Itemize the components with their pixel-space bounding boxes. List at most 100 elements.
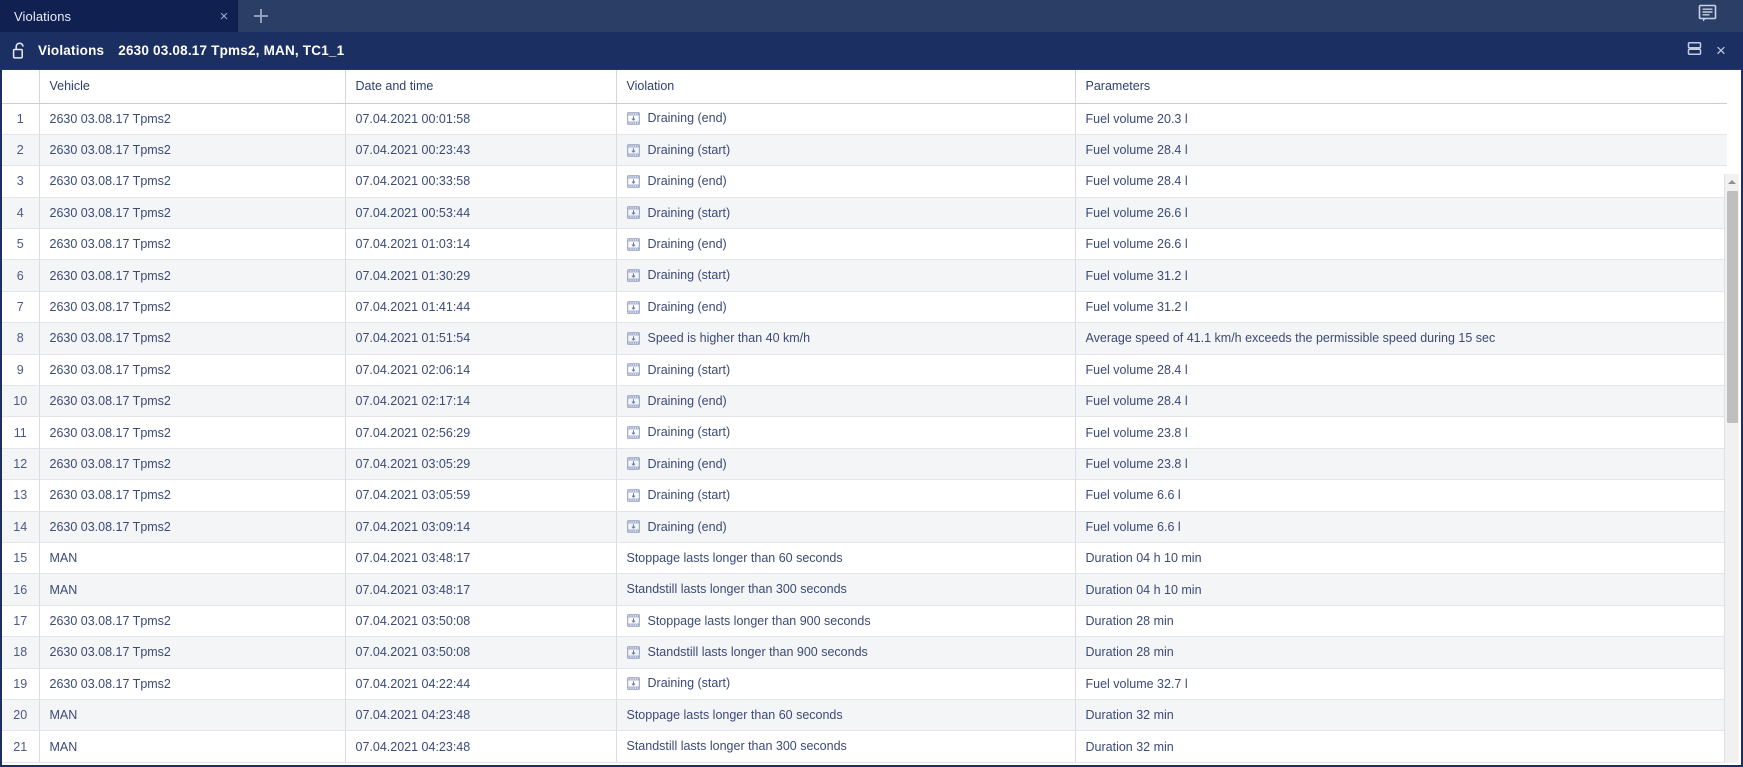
cell-index: 8 (2, 322, 40, 355)
column-header-parameters[interactable]: Parameters (1075, 70, 1727, 104)
tab-strip-edge (1729, 0, 1743, 32)
table-row[interactable]: 1 2630 03.08.17 Tpms2 07.04.2021 00:01:58 D… (2, 103, 1727, 135)
cell-datetime: 07.04.2021 03:50:08 (345, 605, 617, 638)
add-tab-button[interactable] (238, 0, 284, 32)
cell-violation: Speed is higher than 40 km/h (616, 322, 1076, 355)
table-row[interactable]: 9 2630 03.08.17 Tpms2 07.04.2021 02:06:14 D… (2, 354, 1727, 387)
violation-label: Draining (end) (647, 456, 727, 471)
cell-datetime: 07.04.2021 01:30:29 (345, 259, 617, 292)
column-header-index[interactable] (2, 70, 40, 104)
violation-label: Draining (start) (647, 488, 731, 503)
violation-marker-icon (626, 489, 640, 502)
cell-index: 4 (2, 197, 40, 230)
cell-vehicle: 2630 03.08.17 Tpms2 (39, 416, 346, 449)
unlocked-padlock-icon[interactable] (12, 41, 28, 60)
restore-window-icon (1686, 40, 1703, 62)
cell-vehicle: 2630 03.08.17 Tpms2 (39, 165, 346, 198)
cell-datetime: 07.04.2021 00:23:43 (345, 134, 617, 167)
cell-datetime: 07.04.2021 04:23:48 (345, 699, 617, 732)
cell-violation: Draining (end) (616, 103, 1076, 135)
table-row[interactable]: 15 MAN 07.04.2021 03:48:17 Stoppage lasts l… (2, 542, 1727, 575)
violation-label: Stoppage lasts longer than 900 seconds (647, 613, 871, 628)
cell-index: 6 (2, 259, 40, 292)
violations-table: Vehicle Date and time Violation Paramete… (2, 70, 1727, 763)
cell-index: 11 (2, 416, 40, 449)
tab-violations-label: Violations (14, 8, 72, 24)
table-row[interactable]: 4 2630 03.08.17 Tpms2 07.04.2021 00:53:44 D… (2, 197, 1727, 230)
cell-violation: Draining (end) (616, 448, 1076, 481)
cell-index: 1 (2, 103, 40, 135)
cell-vehicle: 2630 03.08.17 Tpms2 (39, 668, 346, 700)
violation-label: Standstill lasts longer than 900 seconds (647, 645, 868, 660)
cell-vehicle: 2630 03.08.17 Tpms2 (39, 322, 346, 355)
table-row[interactable]: 18 2630 03.08.17 Tpms2 07.04.2021 03:50:08… (2, 636, 1727, 669)
cell-violation: Draining (start) (616, 479, 1076, 512)
violation-marker-icon (626, 269, 640, 282)
cell-parameters: Fuel volume 26.6 l (1075, 228, 1727, 261)
violation-marker-icon (626, 457, 640, 471)
tab-violations[interactable]: Violations × (0, 0, 238, 32)
violation-marker-icon (626, 646, 640, 659)
violation-label: Draining (end) (647, 174, 727, 189)
table-row[interactable]: 16 MAN 07.04.2021 03:48:17 Standstill lasts… (2, 573, 1727, 606)
violation-label: Draining (end) (647, 519, 727, 534)
messages-panel-button[interactable] (1685, 0, 1729, 32)
table-row[interactable]: 2 2630 03.08.17 Tpms2 07.04.2021 00:23:43 D… (2, 134, 1727, 167)
cell-datetime: 07.04.2021 02:56:29 (345, 416, 617, 449)
violation-label: Standstill lasts longer than 300 seconds (626, 582, 847, 597)
cell-vehicle: 2630 03.08.17 Tpms2 (39, 354, 346, 387)
cell-violation: Draining (start) (616, 259, 1076, 292)
table-row[interactable]: 5 2630 03.08.17 Tpms2 07.04.2021 01:03:14 D… (2, 228, 1727, 261)
column-header-vehicle[interactable]: Vehicle (39, 70, 346, 104)
restore-window-button[interactable] (1681, 38, 1707, 64)
cell-index: 21 (2, 730, 40, 763)
cell-parameters: Fuel volume 6.6 l (1075, 511, 1727, 543)
cell-index: 15 (2, 542, 40, 575)
cell-datetime: 07.04.2021 00:33:58 (345, 165, 617, 198)
vertical-scrollbar[interactable] (1724, 174, 1739, 763)
cell-vehicle: 2630 03.08.17 Tpms2 (39, 134, 346, 167)
cell-parameters: Duration 32 min (1075, 730, 1727, 763)
cell-parameters: Average speed of 41.1 km/h exceeds the p… (1075, 322, 1727, 355)
violation-marker-icon (626, 237, 640, 251)
cell-violation: Draining (end) (616, 385, 1076, 418)
table-row[interactable]: 13 2630 03.08.17 Tpms2 07.04.2021 03:05:59… (2, 479, 1727, 512)
tab-close-icon[interactable]: × (210, 9, 238, 24)
table-header-row: Vehicle Date and time Violation Paramete… (2, 70, 1727, 104)
cell-vehicle: 2630 03.08.17 Tpms2 (39, 605, 346, 638)
table-row[interactable]: 11 2630 03.08.17 Tpms2 07.04.2021 02:56:29… (2, 416, 1727, 449)
scrollbar-thumb[interactable] (1727, 191, 1738, 423)
close-window-button[interactable]: × (1707, 38, 1733, 64)
table-row[interactable]: 20 MAN 07.04.2021 04:23:48 Stoppage lasts l… (2, 699, 1727, 732)
violation-label: Draining (end) (647, 299, 727, 314)
cell-violation: Draining (end) (616, 228, 1076, 261)
table-row[interactable]: 10 2630 03.08.17 Tpms2 07.04.2021 02:17:14… (2, 385, 1727, 418)
column-header-violation[interactable]: Violation (616, 70, 1076, 104)
cell-index: 14 (2, 511, 40, 543)
cell-parameters: Duration 28 min (1075, 636, 1727, 669)
column-header-datetime[interactable]: Date and time (345, 70, 617, 104)
cell-datetime: 07.04.2021 03:09:14 (345, 511, 617, 543)
table-row[interactable]: 21 MAN 07.04.2021 04:23:48 Standstill lasts… (2, 730, 1727, 763)
table-row[interactable]: 7 2630 03.08.17 Tpms2 07.04.2021 01:41:44 D… (2, 291, 1727, 324)
cell-vehicle: 2630 03.08.17 Tpms2 (39, 103, 346, 135)
violation-label: Draining (end) (647, 393, 727, 408)
violation-marker-icon (626, 175, 640, 188)
table-row[interactable]: 6 2630 03.08.17 Tpms2 07.04.2021 01:30:29 D… (2, 259, 1727, 292)
cell-violation: Stoppage lasts longer than 60 seconds (616, 699, 1076, 732)
violation-label: Draining (end) (647, 111, 727, 126)
cell-violation: Draining (start) (616, 668, 1076, 700)
violation-label: Stoppage lasts longer than 60 seconds (626, 707, 843, 722)
table-row[interactable]: 14 2630 03.08.17 Tpms2 07.04.2021 03:09:14… (2, 511, 1727, 543)
scroll-up-button[interactable] (1725, 174, 1739, 189)
table-row[interactable]: 19 2630 03.08.17 Tpms2 07.04.2021 04:22:44… (2, 668, 1727, 700)
table-row[interactable]: 12 2630 03.08.17 Tpms2 07.04.2021 03:05:29… (2, 448, 1727, 481)
cell-vehicle: 2630 03.08.17 Tpms2 (39, 479, 346, 512)
table-row[interactable]: 8 2630 03.08.17 Tpms2 07.04.2021 01:51:54 S… (2, 322, 1727, 355)
table-row[interactable]: 3 2630 03.08.17 Tpms2 07.04.2021 00:33:58 D… (2, 165, 1727, 198)
cell-violation: Standstill lasts longer than 300 seconds (616, 573, 1076, 606)
violation-marker-icon (626, 520, 640, 534)
cell-parameters: Fuel volume 23.8 l (1075, 416, 1727, 449)
table-row[interactable]: 17 2630 03.08.17 Tpms2 07.04.2021 03:50:08… (2, 605, 1727, 638)
cell-parameters: Fuel volume 31.2 l (1075, 259, 1727, 292)
